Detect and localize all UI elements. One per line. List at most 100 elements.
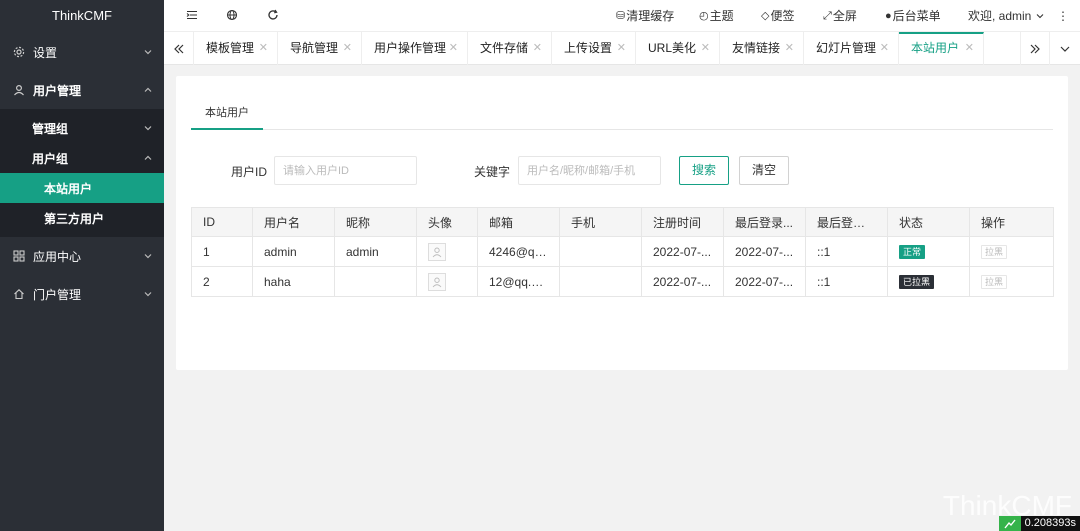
sidebar-item-settings[interactable]: 设置 — [0, 33, 164, 71]
tab-site-users[interactable]: 本站用户 ✕ — [899, 32, 984, 65]
welcome-label: 欢迎, admin — [968, 8, 1032, 23]
tab-label: 文件存储 — [480, 41, 529, 55]
close-icon[interactable]: ✕ — [449, 32, 458, 65]
fullscreen-icon: ⤢ — [823, 9, 832, 22]
globe-icon[interactable] — [225, 8, 239, 22]
sidebar: ThinkCMF 设置 用户管理 管理组 用户组 本站用户 第三方用户 应用中心… — [0, 0, 164, 531]
tab-upload-settings[interactable]: 上传设置 ✕ — [552, 32, 636, 65]
close-icon[interactable]: ✕ — [880, 32, 889, 65]
cell-phone — [559, 266, 642, 297]
avatar — [428, 242, 446, 261]
users-table: ID 用户名 昵称 头像 邮箱 手机 注册时间 最后登录... 最后登录IP 状… — [191, 207, 1054, 297]
more-icon[interactable]: ⋮ — [1057, 0, 1069, 31]
col-header: ID — [191, 207, 253, 237]
admin-menu-link[interactable]: ● 后台菜单 — [885, 0, 941, 31]
double-chevron-right-icon — [1030, 44, 1040, 53]
tag-icon: ◇ — [761, 9, 770, 22]
tab-site-users-page[interactable]: 本站用户 — [191, 100, 263, 130]
menu-toggle-icon[interactable] — [185, 8, 199, 22]
user-avatar-icon — [432, 277, 442, 287]
close-icon[interactable]: ✕ — [701, 32, 710, 65]
col-header: 操作 — [969, 207, 1054, 237]
col-header: 头像 — [416, 207, 478, 237]
close-icon[interactable]: ✕ — [617, 32, 626, 65]
theme-label: 主题 — [709, 8, 734, 23]
tab-label: 幻灯片管理 — [816, 41, 877, 55]
cell-last-ip: ::1 — [805, 266, 888, 297]
col-header: 手机 — [559, 207, 642, 237]
col-header: 最后登录IP — [805, 207, 888, 237]
tab-bar: 模板管理 ✕ 导航管理 ✕ 用户操作管理 ✕ 文件存储 ✕ 上传设置 ✕ URL美化 ✕ 友… — [164, 31, 1080, 65]
sidebar-item-third-party-users[interactable]: 第三方用户 — [0, 203, 164, 233]
status-badge: 已拉黑 — [899, 275, 935, 289]
table-row: 1 admin admin 4246@qq.... 2022-07-... 20… — [191, 236, 1054, 267]
tab-dropdown[interactable] — [1050, 32, 1080, 65]
userid-label: 用户ID — [231, 165, 268, 179]
cell-last-login: 2022-07-... — [723, 266, 806, 297]
cell-nickname — [334, 266, 417, 297]
tab-friend-links[interactable]: 友情链接 ✕ — [720, 32, 804, 65]
cell-nickname: admin — [334, 236, 417, 267]
tab-label: 友情链接 — [732, 41, 781, 55]
sidebar-item-app-center[interactable]: 应用中心 — [0, 237, 164, 275]
sidebar-item-label: 应用中心 — [33, 249, 82, 264]
userid-input[interactable] — [274, 156, 417, 185]
theme-link[interactable]: ◴ 主题 — [699, 0, 734, 31]
close-icon[interactable]: ✕ — [533, 32, 542, 65]
table-row: 2 haha 12@qq.com 2022-07-... 2022-07-...… — [191, 266, 1054, 297]
chevron-down-icon — [144, 50, 152, 55]
close-icon[interactable]: ✕ — [785, 32, 794, 65]
sidebar-item-site-users[interactable]: 本站用户 — [0, 173, 164, 203]
tab-template-management[interactable]: 模板管理 ✕ — [194, 32, 278, 65]
sidebar-item-user-group[interactable]: 用户组 — [0, 143, 164, 173]
blacklist-button[interactable]: 拉黑 — [981, 275, 1008, 289]
double-chevron-left-icon — [173, 44, 183, 53]
sidebar-item-label: 用户组 — [32, 151, 69, 166]
clear-cache-link[interactable]: ⛁ 清理缓存 — [616, 0, 674, 31]
app-logo[interactable]: ThinkCMF — [0, 0, 164, 33]
close-icon[interactable]: ✕ — [965, 34, 974, 63]
cell-status: 已拉黑 — [887, 266, 970, 297]
chevron-down-icon — [1060, 46, 1070, 52]
keyword-label: 关键字 — [474, 165, 511, 179]
tab-user-action-management[interactable]: 用户操作管理 ✕ — [362, 32, 468, 65]
tab-scroll-left[interactable] — [164, 32, 194, 65]
palette-icon: ◴ — [699, 9, 709, 22]
fullscreen-link[interactable]: ⤢ 全屏 — [823, 0, 857, 31]
tab-file-storage[interactable]: 文件存储 ✕ — [468, 32, 552, 65]
trace-icon — [998, 516, 1021, 531]
close-icon[interactable]: ✕ — [259, 32, 268, 65]
refresh-icon[interactable] — [266, 8, 280, 22]
keyword-input[interactable] — [518, 156, 661, 185]
content-card: 本站用户 用户ID 关键字 搜索 清空 ID 用户名 昵称 头像 邮箱 手机 注… — [176, 76, 1068, 370]
tab-label: 上传设置 — [564, 41, 613, 55]
sidebar-item-portal-management[interactable]: 门户管理 — [0, 275, 164, 313]
tab-label: 本站用户 — [911, 41, 960, 55]
tab-label: 用户操作管理 — [374, 41, 447, 55]
close-icon[interactable]: ✕ — [343, 32, 352, 65]
tab-label: URL美化 — [648, 41, 697, 55]
chevron-up-icon — [144, 155, 152, 160]
fullscreen-label: 全屏 — [832, 8, 857, 23]
sidebar-item-admin-group[interactable]: 管理组 — [0, 113, 164, 143]
chevron-down-icon — [144, 254, 152, 259]
search-button[interactable]: 搜索 — [679, 156, 729, 185]
sidebar-item-user-management[interactable]: 用户管理 — [0, 71, 164, 109]
user-dropdown[interactable]: 欢迎, admin — [968, 0, 1046, 31]
tab-url-beautify[interactable]: URL美化 ✕ — [636, 32, 720, 65]
cell-action: 拉黑 — [969, 236, 1054, 267]
chevron-up-icon — [144, 87, 152, 92]
tab-scroll-right[interactable] — [1020, 32, 1050, 65]
tab-slideshow-management[interactable]: 幻灯片管理 ✕ — [804, 32, 899, 65]
tab-nav-management[interactable]: 导航管理 ✕ — [278, 32, 362, 65]
clear-button[interactable]: 清空 — [739, 156, 789, 185]
cell-reg-time: 2022-07-... — [641, 266, 724, 297]
debug-timer[interactable]: 0.208393s — [998, 516, 1080, 531]
clear-cache-label: 清理缓存 — [626, 8, 675, 23]
tab-label: 模板管理 — [206, 41, 255, 55]
notes-link[interactable]: ◇ 便签 — [761, 0, 794, 31]
sidebar-item-label: 门户管理 — [33, 287, 82, 302]
cell-last-ip: ::1 — [805, 236, 888, 267]
blacklist-button[interactable]: 拉黑 — [981, 245, 1008, 259]
circle-icon: ● — [885, 9, 892, 22]
